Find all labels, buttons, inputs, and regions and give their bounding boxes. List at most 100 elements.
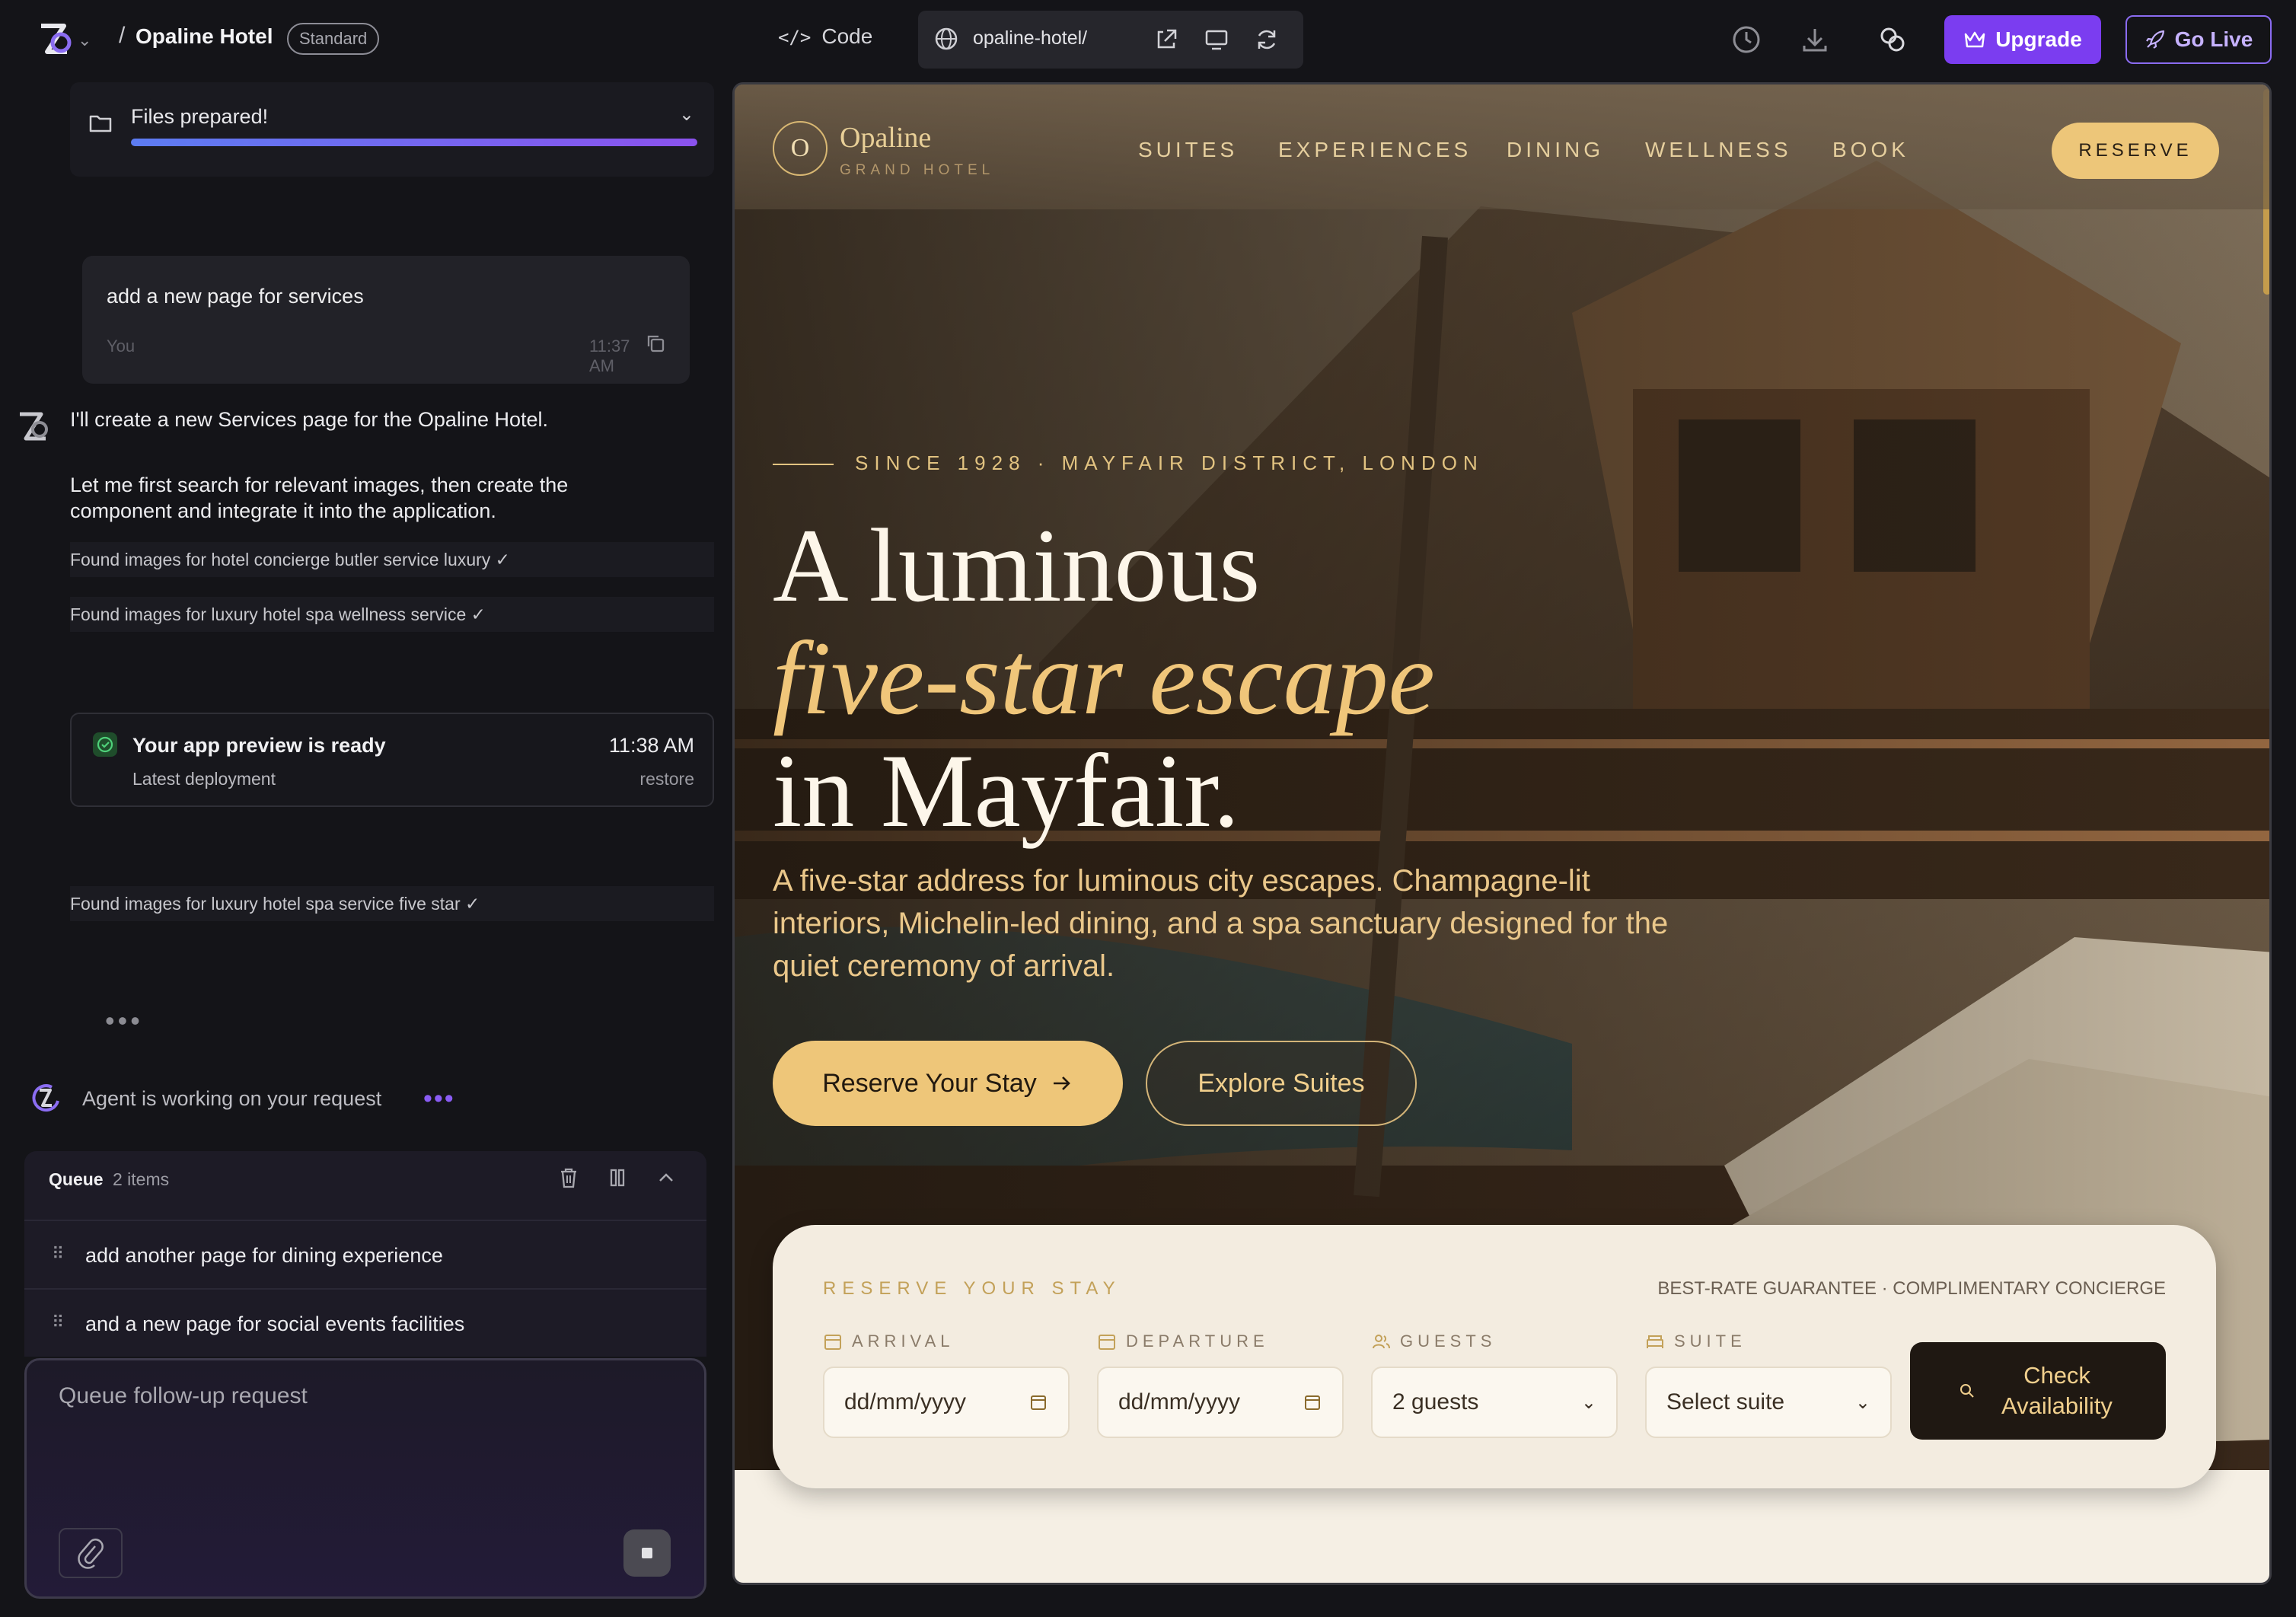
hero-headline-line2: five-star escape — [773, 620, 1435, 736]
calendar-icon[interactable] — [1303, 1392, 1322, 1412]
suite-value: Select suite — [1666, 1389, 1785, 1414]
preview-time: 11:38 AM — [608, 734, 694, 757]
queue-item-text: add another page for dining experience — [85, 1244, 443, 1267]
restore-link[interactable]: restore — [639, 769, 694, 789]
booking-tagline: BEST-RATE GUARANTEE · COMPLIMENTARY CONC… — [1657, 1278, 2166, 1299]
upgrade-button[interactable]: Upgrade — [1944, 15, 2101, 64]
files-status-card[interactable]: Files prepared! ⌄ — [70, 82, 714, 177]
input-placeholder: Queue follow-up request — [59, 1383, 308, 1408]
queue-item[interactable]: ⠿ and a new page for social events facil… — [24, 1288, 706, 1357]
globe-icon — [935, 27, 958, 50]
hero-headline-line3: in Mayfair. — [773, 732, 1240, 849]
queue-title: Queue — [49, 1169, 104, 1189]
bed-icon — [1647, 1335, 1663, 1348]
agent-avatar-icon — [20, 412, 48, 441]
guests-value: 2 guests — [1392, 1389, 1479, 1414]
copy-icon[interactable] — [644, 332, 667, 355]
app-logo-icon[interactable] — [33, 20, 76, 58]
code-button[interactable]: </> Code — [778, 24, 872, 49]
brand-name[interactable]: Opaline — [840, 121, 931, 155]
code-icon: </> — [778, 27, 812, 48]
refresh-icon[interactable] — [1253, 26, 1280, 53]
user-message-text: add a new page for services — [107, 285, 364, 308]
url-text[interactable]: opaline-hotel/ — [973, 27, 1087, 49]
nav-suites[interactable]: SUITES — [1138, 138, 1238, 162]
chevron-down-icon[interactable]: ⌄ — [78, 30, 91, 50]
breadcrumb-separator: / — [119, 23, 126, 48]
queue-panel: Queue 2 items ⠿ add another page for din… — [24, 1151, 706, 1357]
drag-handle-icon[interactable]: ⠿ — [52, 1312, 64, 1332]
guests-select[interactable]: 2 guests ⌄ — [1371, 1367, 1618, 1438]
integrations-icon[interactable] — [1876, 23, 1909, 56]
drag-handle-icon[interactable]: ⠿ — [52, 1244, 64, 1264]
check-circle-icon — [93, 732, 117, 757]
files-status-text: Files prepared! — [131, 105, 269, 128]
suite-label-text: SUITE — [1674, 1332, 1746, 1351]
folder-icon — [89, 115, 112, 132]
files-progress-bar — [131, 139, 697, 146]
departure-label-text: DEPARTURE — [1126, 1332, 1269, 1351]
nav-experiences[interactable]: EXPERIENCES — [1278, 138, 1472, 162]
check-availability-button[interactable]: Check Availability — [1910, 1342, 2166, 1440]
plan-badge: Standard — [287, 23, 380, 55]
agent-spinner-icon — [32, 1084, 59, 1112]
attach-button[interactable] — [59, 1528, 123, 1578]
reserve-stay-button[interactable]: Reserve Your Stay — [773, 1041, 1123, 1126]
go-live-label: Go Live — [2174, 27, 2253, 51]
tool-result-row: Found images for luxury hotel spa wellne… — [70, 597, 714, 632]
external-link-icon[interactable] — [1153, 26, 1180, 53]
go-live-button[interactable]: Go Live — [2125, 15, 2272, 64]
explore-suites-button[interactable]: Explore Suites — [1146, 1041, 1417, 1126]
typing-dots-icon: ••• — [423, 1084, 455, 1113]
calendar-icon — [1099, 1335, 1115, 1350]
top-bar: ⌄ / Opaline Hotel Standard </> Code opali… — [0, 0, 2296, 79]
project-name[interactable]: Opaline Hotel — [136, 24, 273, 49]
paperclip-icon — [78, 1539, 104, 1569]
preview-ready-card[interactable]: Your app preview is ready Latest deploym… — [70, 713, 714, 807]
tool-result-row: Found images for hotel concierge butler … — [70, 542, 714, 577]
arrival-label: ARRIVAL — [823, 1332, 955, 1351]
message-time: 11:37 AM — [589, 336, 630, 375]
reserve-stay-label: Reserve Your Stay — [822, 1068, 1037, 1098]
tool-result-row: Found images for luxury hotel spa servic… — [70, 886, 714, 921]
nav-wellness[interactable]: WELLNESS — [1645, 138, 1792, 162]
message-author: You — [107, 336, 136, 356]
pause-icon[interactable] — [604, 1165, 630, 1191]
nav-dining[interactable]: DINING — [1507, 138, 1604, 162]
arrival-value: dd/mm/yyyy — [844, 1389, 967, 1414]
history-icon[interactable] — [1730, 23, 1763, 56]
user-message: add a new page for services You 11:37 AM — [82, 256, 690, 384]
trash-icon[interactable] — [556, 1165, 582, 1191]
booking-panel: RESERVE YOUR STAY BEST-RATE GUARANTEE · … — [773, 1225, 2216, 1488]
departure-date-input[interactable]: dd/mm/yyyy — [1097, 1367, 1344, 1438]
tool-result-text: Found images for luxury hotel spa wellne… — [70, 604, 486, 624]
departure-label: DEPARTURE — [1097, 1332, 1269, 1351]
suite-select[interactable]: Select suite ⌄ — [1645, 1367, 1892, 1438]
code-label: Code — [821, 24, 873, 48]
url-bar[interactable]: opaline-hotel/ — [918, 11, 1303, 69]
reserve-button[interactable]: RESERVE — [2052, 123, 2219, 179]
departure-value: dd/mm/yyyy — [1118, 1389, 1241, 1414]
desktop-icon[interactable] — [1203, 26, 1230, 53]
calendar-icon — [824, 1335, 841, 1350]
calendar-icon[interactable] — [1028, 1392, 1048, 1412]
stop-button[interactable] — [623, 1529, 671, 1577]
download-icon[interactable] — [1798, 23, 1832, 56]
chevron-down-icon[interactable]: ⌄ — [679, 104, 694, 126]
nav-book[interactable]: BOOK — [1832, 138, 1909, 162]
arrival-label-text: ARRIVAL — [852, 1332, 955, 1351]
tool-result-text: Found images for hotel concierge butler … — [70, 550, 510, 569]
hero-subtitle: A five-star address for luminous city es… — [773, 864, 1669, 983]
arrow-right-icon — [1053, 1076, 1070, 1090]
preview-title: Your app preview is ready — [132, 734, 386, 757]
chevron-up-icon[interactable] — [653, 1165, 679, 1191]
rocket-icon — [2145, 30, 2164, 49]
queue-item[interactable]: ⠿ add another page for dining experience — [24, 1220, 706, 1288]
agent-reply: Let me first search for relevant images,… — [70, 474, 569, 522]
app-preview[interactable]: O Opaline GRAND HOTEL SUITES EXPERIENCES… — [732, 82, 2272, 1585]
follow-up-input[interactable]: Queue follow-up request — [24, 1358, 706, 1599]
arrival-date-input[interactable]: dd/mm/yyyy — [823, 1367, 1070, 1438]
search-icon — [1960, 1384, 1974, 1398]
hero-eyebrow: SINCE 1928 · MAYFAIR DISTRICT, LONDON — [773, 451, 1484, 475]
brand-monogram[interactable]: O — [773, 121, 828, 176]
